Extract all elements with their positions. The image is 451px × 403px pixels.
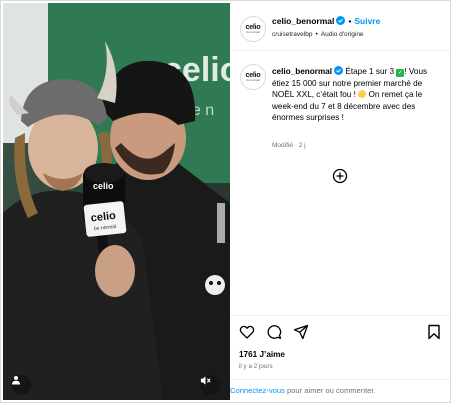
caption-time: 2 j — [298, 142, 306, 149]
astonished-face-emoji-icon — [358, 90, 367, 99]
heart-icon[interactable] — [239, 324, 255, 340]
svg-text:celio: celio — [93, 181, 114, 191]
instagram-post-embed: celio be n celio — [0, 0, 451, 403]
post-date: il y a 2 jours — [239, 363, 273, 370]
separator-dot: • — [348, 16, 352, 26]
user-tag-icon — [12, 376, 20, 385]
caption-username[interactable]: celio_benormal — [272, 67, 332, 76]
follow-button[interactable]: Suivre — [354, 16, 380, 26]
like-count[interactable]: 1761 J’aime — [239, 350, 285, 359]
tagged-users-button[interactable] — [11, 375, 31, 395]
author-line: celio_benormal • Suivre — [272, 16, 380, 26]
post-sidebar: celio be normal celio_benormal • Suivre cr… — [230, 3, 450, 400]
author-username[interactable]: celio_benormal — [272, 16, 334, 26]
plus-circle-icon[interactable] — [332, 168, 348, 184]
verified-badge-icon — [334, 66, 344, 75]
login-rest: pour aimer ou commenter. — [284, 386, 376, 395]
post-video[interactable]: celio be n celio — [3, 3, 230, 400]
login-prompt: Connectez-vous pour aimer ou commenter. — [230, 379, 450, 400]
verified-badge-icon — [336, 16, 346, 25]
caption-author-avatar[interactable]: celio be normal — [240, 64, 266, 90]
mute-toggle-button[interactable] — [200, 375, 220, 395]
avatar-sub: be normal — [246, 30, 260, 34]
separator-dot: • — [315, 31, 318, 38]
post-subline: cruisetravelbp • Audio d'origine — [272, 31, 364, 38]
caption-meta: Modifié · 2 j — [272, 142, 306, 149]
caption-step-end: ! — [404, 67, 407, 76]
caption-step: Étape 1 sur 3 — [345, 67, 395, 76]
audio-link[interactable]: Audio d'origine — [321, 31, 364, 38]
location-link[interactable]: cruisetravelbp — [272, 31, 312, 38]
video-frame-illustration: celio be n celio — [3, 3, 230, 400]
comment-icon[interactable] — [266, 324, 282, 340]
post-header: celio be normal celio_benormal • Suivre cr… — [230, 3, 450, 51]
paper-plane-icon[interactable] — [293, 324, 309, 340]
edited-label: Modifié — [272, 142, 293, 149]
caption-section: celio be normal celio_benormal Étape 1 s… — [230, 51, 450, 313]
author-avatar[interactable]: celio be normal — [240, 16, 266, 42]
avatar-sub: be normal — [246, 78, 260, 82]
action-bar — [230, 315, 450, 345]
caption-text: celio_benormal Étape 1 sur 3 ✓! Vous éti… — [272, 66, 442, 124]
muted-speaker-icon — [200, 376, 211, 385]
login-link[interactable]: Connectez-vous — [230, 386, 285, 395]
bookmark-icon[interactable] — [426, 324, 442, 340]
